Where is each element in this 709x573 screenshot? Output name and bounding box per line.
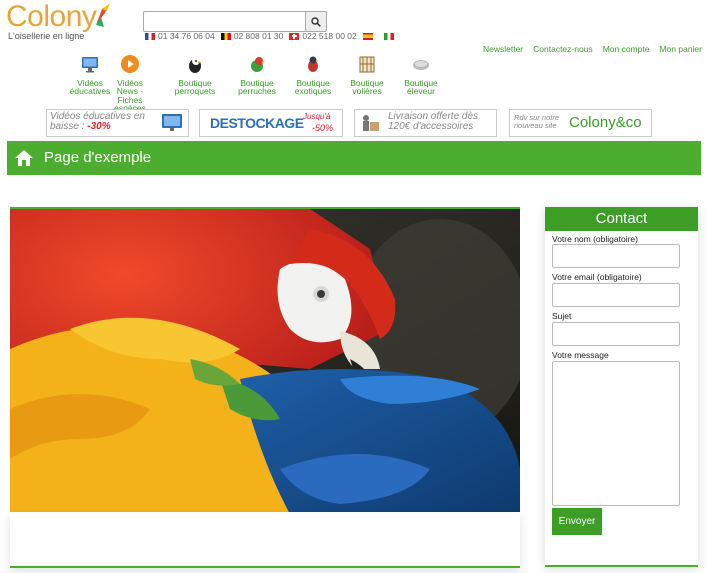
promo-videos-discount: -30%: [87, 121, 111, 132]
contact-underline: [545, 565, 698, 567]
email-field[interactable]: [552, 283, 680, 307]
logo-text: Colony: [6, 0, 97, 33]
promo-videos[interactable]: Vidéos éducatives en baisse : -30%: [46, 109, 189, 137]
cart-link[interactable]: Mon panier: [659, 44, 702, 54]
top-links: Newsletter Contactez-nous Mon compte Mon…: [483, 44, 702, 54]
nav-boutique-exotiques[interactable]: Boutique exotiques: [288, 54, 338, 96]
tagline: L'oisellerie en ligne: [8, 31, 85, 41]
phone-list: 01 34 76 06 04 02 808 01 30 022 518 00 0…: [145, 31, 394, 41]
submit-button[interactable]: Envoyer: [552, 508, 602, 535]
contact-panel: Contact Votre nom (obligatoire) Votre em…: [545, 207, 698, 567]
logo[interactable]: Colony: [6, 0, 97, 34]
page-header-bar: Page d'exemple: [7, 141, 701, 175]
nav-videos-news[interactable]: Vidéos News - Fiches espèces: [106, 54, 154, 113]
promo-destockage-discount: -50%: [312, 123, 334, 133]
parakeet-icon: [251, 57, 265, 72]
account-link[interactable]: Mon compte: [603, 44, 650, 54]
promo-rdv-brand: Colony&co: [569, 114, 642, 131]
nav-label: Boutique volières: [350, 77, 384, 96]
page-title: Page d'exemple: [44, 149, 152, 166]
play-icon: [121, 55, 139, 73]
breeder-icon: [413, 60, 429, 70]
parrot-icon: [189, 57, 201, 73]
nav-boutique-perruches[interactable]: Boutique perruches: [232, 54, 282, 96]
promo-livraison[interactable]: Livraison offerte dès 120€ d'accessoires: [354, 109, 497, 137]
phone-ch: 022 518 00 02: [302, 31, 357, 41]
subject-field[interactable]: [552, 322, 680, 346]
monitor-icon: [162, 114, 182, 131]
contact-title: Contact: [545, 207, 698, 231]
exotic-bird-icon: [308, 56, 319, 72]
phone-fr: 01 34 76 06 04: [158, 31, 215, 41]
flag-be-icon: [220, 32, 231, 40]
message-label: Votre message: [552, 350, 609, 360]
search-icon: [311, 16, 321, 27]
nav-label: Vidéos News - Fiches espèces: [114, 77, 146, 113]
logo-bird-icon: [96, 3, 110, 27]
nav-boutique-perroquets[interactable]: Boutique perroquets: [170, 54, 220, 96]
promo-destockage-line1: Jusqu'à: [303, 112, 331, 121]
promo-rdv-line2: nouveau site: [514, 121, 557, 130]
search-button[interactable]: [305, 11, 327, 32]
name-field[interactable]: [552, 244, 680, 268]
nav-label: Boutique perruches: [238, 77, 276, 96]
home-icon[interactable]: [14, 149, 34, 167]
flag-es-icon: [362, 32, 373, 40]
nav-label: Boutique éleveur: [404, 77, 438, 96]
message-field[interactable]: [552, 361, 680, 506]
promo-livraison-line2: 120€ d'accessoires: [388, 121, 474, 132]
flag-it-icon: [383, 32, 394, 40]
hero-card-underline: [10, 566, 520, 568]
nav-boutique-eleveur[interactable]: Boutique éleveur: [396, 54, 446, 96]
aviary-icon: [359, 56, 375, 73]
parrot-photo: [10, 209, 520, 514]
nav-boutique-volieres[interactable]: Boutique volières: [342, 54, 392, 96]
phone-be: 02 808 01 30: [233, 31, 284, 41]
promo-rdv[interactable]: Rdv sur notre nouveau site Colony&co: [509, 109, 652, 137]
email-label: Votre email (obligatoire): [552, 272, 642, 282]
flag-ch-icon: [289, 32, 300, 40]
hero-card-footer: [10, 512, 520, 568]
name-label: Votre nom (obligatoire): [552, 234, 638, 244]
newsletter-link[interactable]: Newsletter: [483, 44, 523, 54]
subject-label: Sujet: [552, 311, 572, 321]
nav-label: Boutique exotiques: [294, 77, 332, 96]
flag-fr-icon: [145, 32, 155, 40]
nav-label: Boutique perroquets: [174, 77, 216, 96]
search-input[interactable]: [143, 11, 309, 32]
promo-destockage[interactable]: DESTOCKAGE Jusqu'à -50%: [199, 109, 343, 137]
promo-destockage-title: DESTOCKAGE: [210, 115, 304, 131]
contact-link[interactable]: Contactez-nous: [533, 44, 593, 54]
hero-image: [10, 207, 520, 514]
delivery-person-icon: [363, 115, 379, 131]
monitor-icon: [82, 57, 98, 73]
